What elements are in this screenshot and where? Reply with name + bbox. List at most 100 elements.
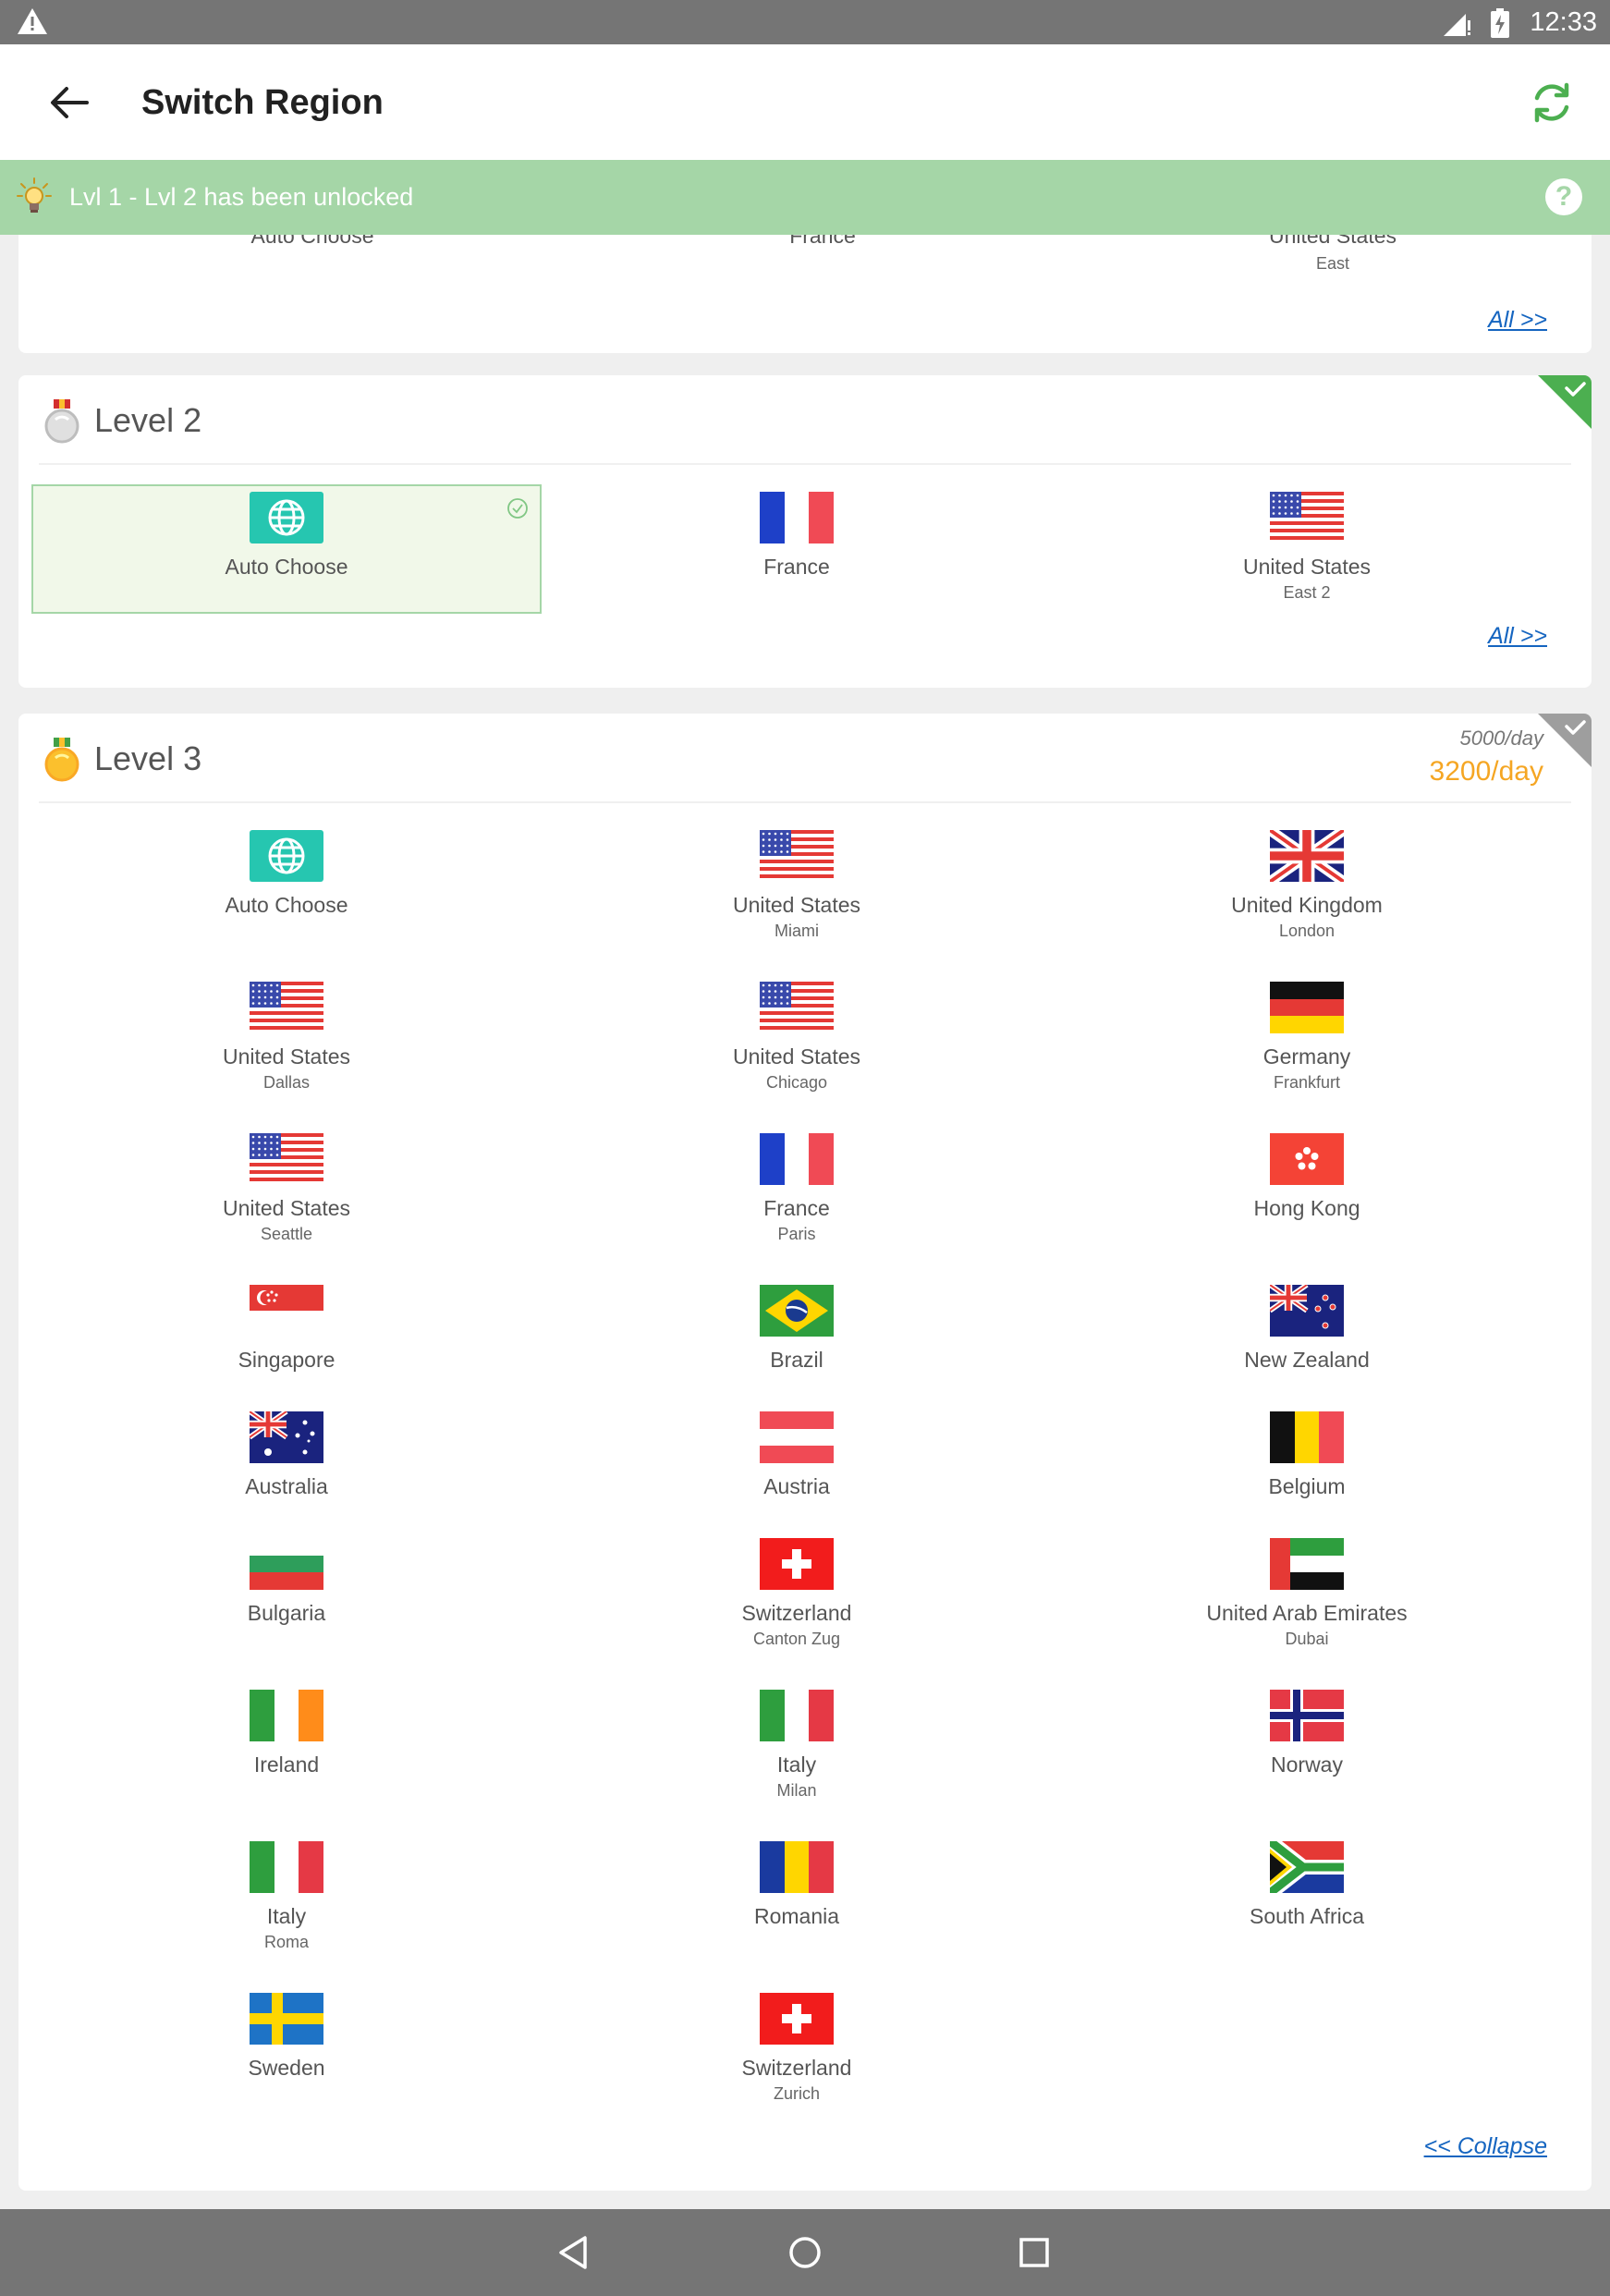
level1-all-link[interactable]: All >>: [1488, 307, 1547, 334]
silver-medal-icon: [44, 399, 79, 444]
region-name: Brazil: [770, 1348, 823, 1372]
level3-region-italy-milan[interactable]: Italy Milan: [542, 1682, 1052, 1812]
globe-flag-icon: [250, 830, 323, 882]
region-name: Hong Kong: [1253, 1196, 1360, 1220]
level3-region-united-states-chicago[interactable]: United States Chicago: [542, 974, 1052, 1104]
region-city: Zurich: [773, 2084, 820, 2103]
no-flag-icon: [1270, 1690, 1344, 1741]
level3-region-new-zealand[interactable]: New Zealand: [1052, 1277, 1562, 1407]
region-name: France: [763, 1196, 830, 1220]
region-name: Bulgaria: [247, 1601, 326, 1625]
region-name: Singapore: [238, 1348, 335, 1372]
level3-region-brazil[interactable]: Brazil: [542, 1277, 1052, 1407]
region-name: France: [763, 555, 830, 579]
level3-region-sweden[interactable]: Sweden: [31, 1985, 542, 2115]
refresh-icon[interactable]: [1529, 79, 1575, 126]
selected-check-icon: [507, 498, 528, 519]
region-name: New Zealand: [1244, 1348, 1370, 1372]
region-city: Chicago: [765, 1073, 828, 1092]
level3-region-hong-kong[interactable]: Hong Kong: [1052, 1126, 1562, 1255]
level3-region-united-arab-emirates-dubai[interactable]: United Arab Emirates Dubai: [1052, 1531, 1562, 1660]
region-name: Switzerland: [741, 2056, 852, 2080]
level3-title: Level 3: [94, 739, 202, 777]
level3-region-italy-roma[interactable]: Italy Roma: [31, 1834, 542, 1963]
level3-region-united-kingdom-london[interactable]: United Kingdom London: [1052, 823, 1562, 952]
us-flag-icon: [760, 830, 834, 882]
ch-flag-icon: [760, 1538, 834, 1590]
region-name: Germany: [1262, 1044, 1351, 1069]
level2-region-france[interactable]: France: [542, 484, 1052, 614]
level3-region-south-africa[interactable]: South Africa: [1052, 1834, 1562, 1963]
globe-flag-icon: [250, 492, 323, 543]
ro-flag-icon: [760, 1841, 834, 1893]
level3-region-switzerland-zurich[interactable]: Switzerland Zurich: [542, 1985, 1052, 2115]
be-flag-icon: [1270, 1411, 1344, 1463]
back-arrow-icon[interactable]: [46, 81, 92, 124]
region-list[interactable]: Auto Choose France United States East Al…: [0, 235, 1610, 2209]
level3-region-switzerland-canton-zug[interactable]: Switzerland Canton Zug: [542, 1531, 1052, 1660]
ie-flag-icon: [250, 1690, 323, 1741]
level2-region-auto-choose[interactable]: Auto Choose: [31, 484, 542, 614]
region-name: Italy: [266, 1904, 307, 1928]
level2-region-united-states-east-2[interactable]: United States East 2: [1052, 484, 1562, 614]
region-city: London: [1278, 922, 1336, 940]
app-bar: Switch Region: [0, 44, 1610, 160]
us-flag-icon: [1270, 492, 1344, 543]
level2-title: Level 2: [94, 401, 202, 439]
level2-header: Level 2: [18, 375, 1592, 465]
region-city: Seattle: [260, 1225, 313, 1243]
level3-region-norway[interactable]: Norway: [1052, 1682, 1562, 1812]
level3-region-france-paris[interactable]: France Paris: [542, 1126, 1052, 1255]
region-city: East 2: [1283, 583, 1331, 602]
at-flag-icon: [760, 1411, 834, 1463]
za-flag-icon: [1270, 1841, 1344, 1893]
level2-all-link[interactable]: All >>: [1488, 623, 1547, 650]
de-flag-icon: [1270, 982, 1344, 1033]
region-name: Auto Choose: [250, 235, 374, 248]
level3-region-romania[interactable]: Romania: [542, 1834, 1052, 1963]
region-name: Sweden: [248, 2056, 325, 2080]
signal-icon: [1444, 14, 1470, 36]
level3-region-united-states-seattle[interactable]: United States Seattle: [31, 1126, 542, 1255]
level3-region-bulgaria[interactable]: Bulgaria: [31, 1531, 542, 1660]
home-circle-icon[interactable]: [782, 2229, 828, 2276]
sg-flag-icon: [250, 1285, 323, 1337]
level1-region-france[interactable]: France: [567, 235, 1078, 327]
level3-region-austria[interactable]: Austria: [542, 1404, 1052, 1533]
region-city: Dallas: [262, 1073, 311, 1092]
level3-region-germany-frankfurt[interactable]: Germany Frankfurt: [1052, 974, 1562, 1104]
level3-region-ireland[interactable]: Ireland: [31, 1682, 542, 1812]
level3-card: Level 3 5000/day 3200/day Auto Choose Uni…: [18, 714, 1592, 2191]
level3-region-united-states-dallas[interactable]: United States Dallas: [31, 974, 542, 1104]
gold-medal-icon: [44, 738, 79, 782]
us-flag-icon: [760, 982, 834, 1033]
level3-region-singapore[interactable]: Singapore: [31, 1277, 542, 1407]
region-name: Auto Choose: [225, 555, 348, 579]
level3-header: Level 3 5000/day 3200/day: [18, 714, 1592, 803]
page-title: Switch Region: [141, 83, 384, 122]
level3-region-united-states-miami[interactable]: United States Miami: [542, 823, 1052, 952]
help-icon[interactable]: ?: [1545, 178, 1582, 215]
se-flag-icon: [250, 1993, 323, 2045]
level3-region-belgium[interactable]: Belgium: [1052, 1404, 1562, 1533]
unlocked-check-icon: [1538, 714, 1592, 767]
battery-icon: [1491, 8, 1509, 38]
region-city: Paris: [777, 1225, 816, 1243]
region-name: Italy: [776, 1753, 817, 1777]
warning-icon: [18, 8, 47, 34]
level3-region-auto-choose[interactable]: Auto Choose: [31, 823, 542, 952]
back-triangle-icon[interactable]: [552, 2229, 598, 2276]
region-city: Frankfurt: [1273, 1073, 1341, 1092]
hk-flag-icon: [1270, 1133, 1344, 1185]
level2-card: Level 2 Auto Choose France United States Ea…: [18, 375, 1592, 688]
br-flag-icon: [760, 1285, 834, 1337]
gb-flag-icon: [1270, 830, 1344, 882]
level3-original-price: 5000/day: [1459, 727, 1543, 750]
recents-square-icon[interactable]: [1011, 2229, 1057, 2276]
level1-region-auto-choose[interactable]: Auto Choose: [57, 235, 567, 327]
navigation-bar: [0, 2209, 1610, 2296]
region-name: Switzerland: [741, 1601, 852, 1625]
level3-collapse-link[interactable]: << Collapse: [1424, 2133, 1547, 2160]
level1-card: Auto Choose France United States East Al…: [18, 235, 1592, 353]
level3-region-australia[interactable]: Australia: [31, 1404, 542, 1533]
